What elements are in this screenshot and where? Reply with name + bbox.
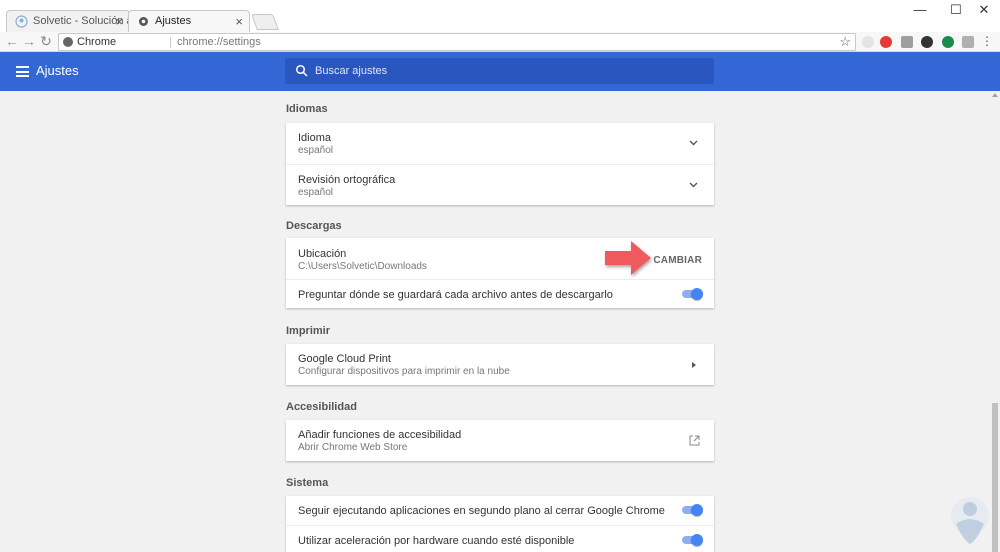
row-label: Añadir funciones de accesibilidad	[298, 429, 462, 441]
omnibox-url[interactable]: chrome://settings	[177, 35, 261, 50]
card-imprimir: Google Cloud Print Configurar dispositiv…	[286, 344, 714, 385]
omnibox-site-label: Chrome	[77, 36, 117, 48]
omnibox-divider	[170, 37, 171, 48]
tab-title: Ajustes	[155, 15, 192, 27]
row-value: Abrir Chrome Web Store	[298, 442, 408, 453]
row-label: Preguntar dónde se guardará cada archivo…	[298, 289, 613, 301]
row-label: Idioma	[298, 132, 332, 144]
extension-copy-icon[interactable]	[901, 36, 913, 48]
settings-content: Idiomas Idioma español Revisión ortográf…	[0, 91, 990, 552]
download-path: C:\Users\Solvetic\Downloads	[298, 261, 427, 272]
search-box[interactable]	[285, 58, 714, 84]
hamburger-menu-icon[interactable]	[16, 66, 29, 77]
search-input[interactable]	[315, 58, 705, 84]
tab-strip: Solvetic - Solución a los p × Ajustes × …	[0, 0, 1000, 32]
bookmark-star-icon[interactable]: ☆	[839, 34, 851, 50]
row-background-apps[interactable]: Seguir ejecutando aplicaciones en segund…	[286, 496, 714, 525]
card-idiomas: Idioma español Revisión ortográfica espa…	[286, 123, 714, 205]
section-title-imprimir: Imprimir	[286, 325, 331, 337]
close-icon[interactable]: ×	[115, 11, 123, 32]
search-icon	[295, 64, 308, 77]
new-tab-button[interactable]	[251, 14, 279, 30]
gear-icon	[139, 17, 148, 26]
row-value: Configurar dispositivos para imprimir en…	[298, 366, 510, 377]
extension-k-icon[interactable]	[942, 36, 954, 48]
section-title-sistema: Sistema	[286, 477, 329, 489]
chevron-down-icon[interactable]	[689, 182, 698, 188]
row-label: Utilizar aceleración por hardware cuando…	[298, 535, 575, 547]
row-value: español	[298, 187, 334, 198]
chrome-menu-icon[interactable]: ⋮	[981, 35, 993, 48]
address-bar[interactable]: Chrome chrome://settings ☆	[58, 33, 856, 51]
row-revision-ortografica[interactable]: Revisión ortográfica español	[286, 164, 714, 205]
solvetic-logo-icon	[951, 497, 989, 544]
reload-icon[interactable]: ↻	[38, 33, 54, 49]
row-google-cloud-print[interactable]: Google Cloud Print Configurar dispositiv…	[286, 344, 714, 385]
row-label: Google Cloud Print	[298, 353, 391, 365]
scroll-up-arrow-icon[interactable]	[992, 93, 998, 97]
extension-pages-icon[interactable]	[962, 36, 974, 48]
chevron-right-icon[interactable]	[692, 362, 696, 368]
card-sistema: Seguir ejecutando aplicaciones en segund…	[286, 496, 714, 552]
section-title-accesibilidad: Accesibilidad	[286, 401, 357, 413]
annotation-arrow-icon	[605, 241, 651, 275]
chevron-down-icon[interactable]	[689, 140, 698, 146]
adblock-icon[interactable]	[880, 36, 892, 48]
page-title: Ajustes	[36, 63, 79, 78]
tab-solvetic[interactable]: Solvetic - Solución a los p ×	[6, 10, 130, 32]
close-icon[interactable]: ×	[235, 11, 243, 32]
settings-header: Ajustes	[0, 52, 1000, 91]
browser-toolbar: ← → ↻ Chrome chrome://settings ☆ ⋮	[0, 32, 1000, 52]
row-label: Seguir ejecutando aplicaciones en segund…	[298, 505, 665, 517]
tab-ajustes[interactable]: Ajustes ×	[128, 10, 250, 32]
page-scrollbar[interactable]	[990, 91, 1000, 552]
ask-where-to-save-toggle[interactable]	[682, 288, 703, 300]
card-accesibilidad: Añadir funciones de accesibilidad Abrir …	[286, 420, 714, 461]
close-window-button[interactable]: ✕	[964, 0, 1000, 22]
section-title-idiomas: Idiomas	[286, 103, 328, 115]
row-idioma[interactable]: Idioma español	[286, 123, 714, 164]
change-location-button[interactable]: CAMBIAR	[653, 255, 702, 266]
row-value: español	[298, 145, 334, 156]
extension-download-icon[interactable]	[921, 36, 933, 48]
chrome-page-icon	[63, 37, 73, 47]
solvetic-favicon-icon	[15, 15, 28, 28]
minimize-button[interactable]: —	[900, 0, 940, 22]
row-accessibility-features[interactable]: Añadir funciones de accesibilidad Abrir …	[286, 420, 714, 461]
row-ask-where-to-save[interactable]: Preguntar dónde se guardará cada archivo…	[286, 279, 714, 308]
extension-user-icon[interactable]	[862, 36, 874, 48]
back-arrow-icon[interactable]: ←	[4, 33, 20, 49]
background-apps-toggle[interactable]	[682, 504, 703, 516]
row-label: Revisión ortográfica	[298, 174, 396, 186]
forward-arrow-icon[interactable]: →	[21, 33, 37, 49]
row-hardware-acceleration[interactable]: Utilizar aceleración por hardware cuando…	[286, 525, 714, 552]
external-link-icon[interactable]	[689, 435, 700, 446]
row-label: Ubicación	[298, 248, 347, 260]
hardware-acceleration-toggle[interactable]	[682, 534, 703, 546]
section-title-descargas: Descargas	[286, 220, 342, 232]
